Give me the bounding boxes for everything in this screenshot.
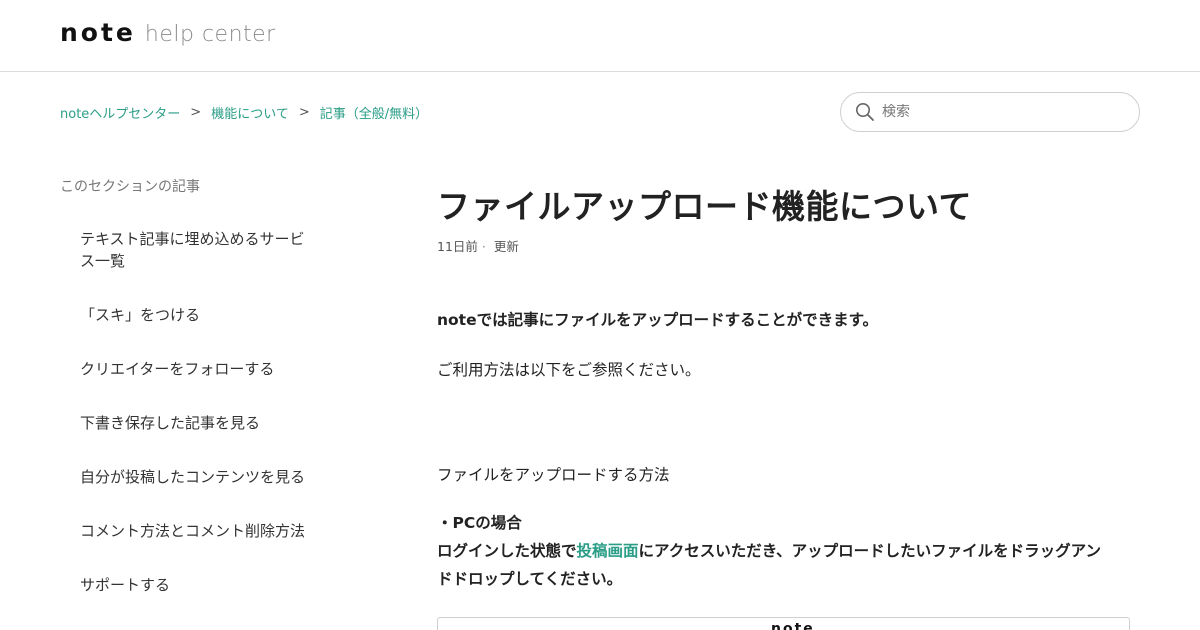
search-input[interactable] — [882, 104, 1122, 120]
post-editor-link[interactable]: 投稿画面 — [577, 542, 639, 560]
section-sidebar: このセクションの記事 — [60, 176, 360, 198]
site-logo[interactable]: note help center — [60, 18, 276, 52]
logo-wordmark: note — [60, 18, 136, 47]
sidebar-item-label: 自分が投稿したコンテンツを見る — [80, 468, 306, 486]
pc-instructions-line2: ドドロップしてください。 — [437, 570, 623, 588]
pc-heading: ・PCの場合 — [437, 514, 522, 532]
sidebar-item-label: サポートする — [80, 576, 171, 594]
article-title: ファイルアップロード機能について — [437, 187, 973, 226]
pc-instructions: ログインした状態で投稿画面にアクセスいただき、アップロードしたいファイルをドラッ… — [437, 537, 1101, 565]
pc-body-before: ログインした状態で — [437, 542, 577, 560]
article-age: 11日前 — [437, 239, 478, 254]
sidebar-item-label: コメント方法とコメント削除方法 — [80, 522, 306, 540]
sidebar-item-label: クリエイターをフォローする — [80, 360, 275, 378]
section-heading: ファイルをアップロードする方法 — [437, 466, 670, 484]
article-updated: 更新 — [493, 239, 519, 254]
sidebar-item-follow[interactable]: クリエイターをフォローする — [80, 358, 320, 380]
sidebar-title: このセクションの記事 — [60, 179, 200, 195]
site-header: note help center — [0, 0, 1200, 72]
sidebar-item-comments[interactable]: コメント方法とコメント削除方法 — [80, 520, 320, 542]
article-intro: noteでは記事にファイルをアップロードすることができます。 — [437, 311, 879, 329]
sidebar-item-embed-services[interactable]: テキスト記事に埋め込めるサービ ス一覧 — [80, 228, 320, 272]
breadcrumb-item-articles[interactable]: 記事（全般/無料） — [320, 103, 428, 122]
breadcrumb-item-features[interactable]: 機能について — [211, 103, 289, 122]
screenshot-logo: note — [771, 621, 815, 630]
sidebar-item-label: 「スキ」をつける — [80, 306, 201, 324]
sidebar-item-label: 下書き保存した記事を見る — [80, 414, 261, 432]
search-box[interactable] — [840, 92, 1140, 132]
pc-body-after: にアクセスいただき、アップロードしたいファイルをドラッグアン — [638, 542, 1102, 560]
meta-separator: · — [481, 239, 486, 254]
article-screenshot: note — [437, 617, 1130, 630]
breadcrumb-separator: > — [298, 105, 310, 120]
search-icon — [855, 102, 875, 122]
article-meta: 11日前 · 更新 — [437, 236, 519, 255]
sidebar-item-suki[interactable]: 「スキ」をつける — [80, 304, 320, 326]
sidebar-item-support[interactable]: サポートする — [80, 574, 320, 596]
breadcrumb-item-help-center[interactable]: noteヘルプセンター — [60, 103, 180, 122]
sidebar-item-my-contents[interactable]: 自分が投稿したコンテンツを見る — [80, 466, 320, 488]
logo-subtitle: help center — [144, 22, 276, 47]
sidebar-item-drafts[interactable]: 下書き保存した記事を見る — [80, 412, 320, 434]
sidebar-item-label: テキスト記事に埋め込めるサービ — [80, 230, 305, 248]
breadcrumb-separator: > — [190, 105, 202, 120]
article-see-below: ご利用方法は以下をご参照ください。 — [437, 361, 701, 379]
breadcrumb: noteヘルプセンター > 機能について > 記事（全般/無料） — [60, 103, 428, 122]
sidebar-item-label: ス一覧 — [80, 252, 126, 270]
